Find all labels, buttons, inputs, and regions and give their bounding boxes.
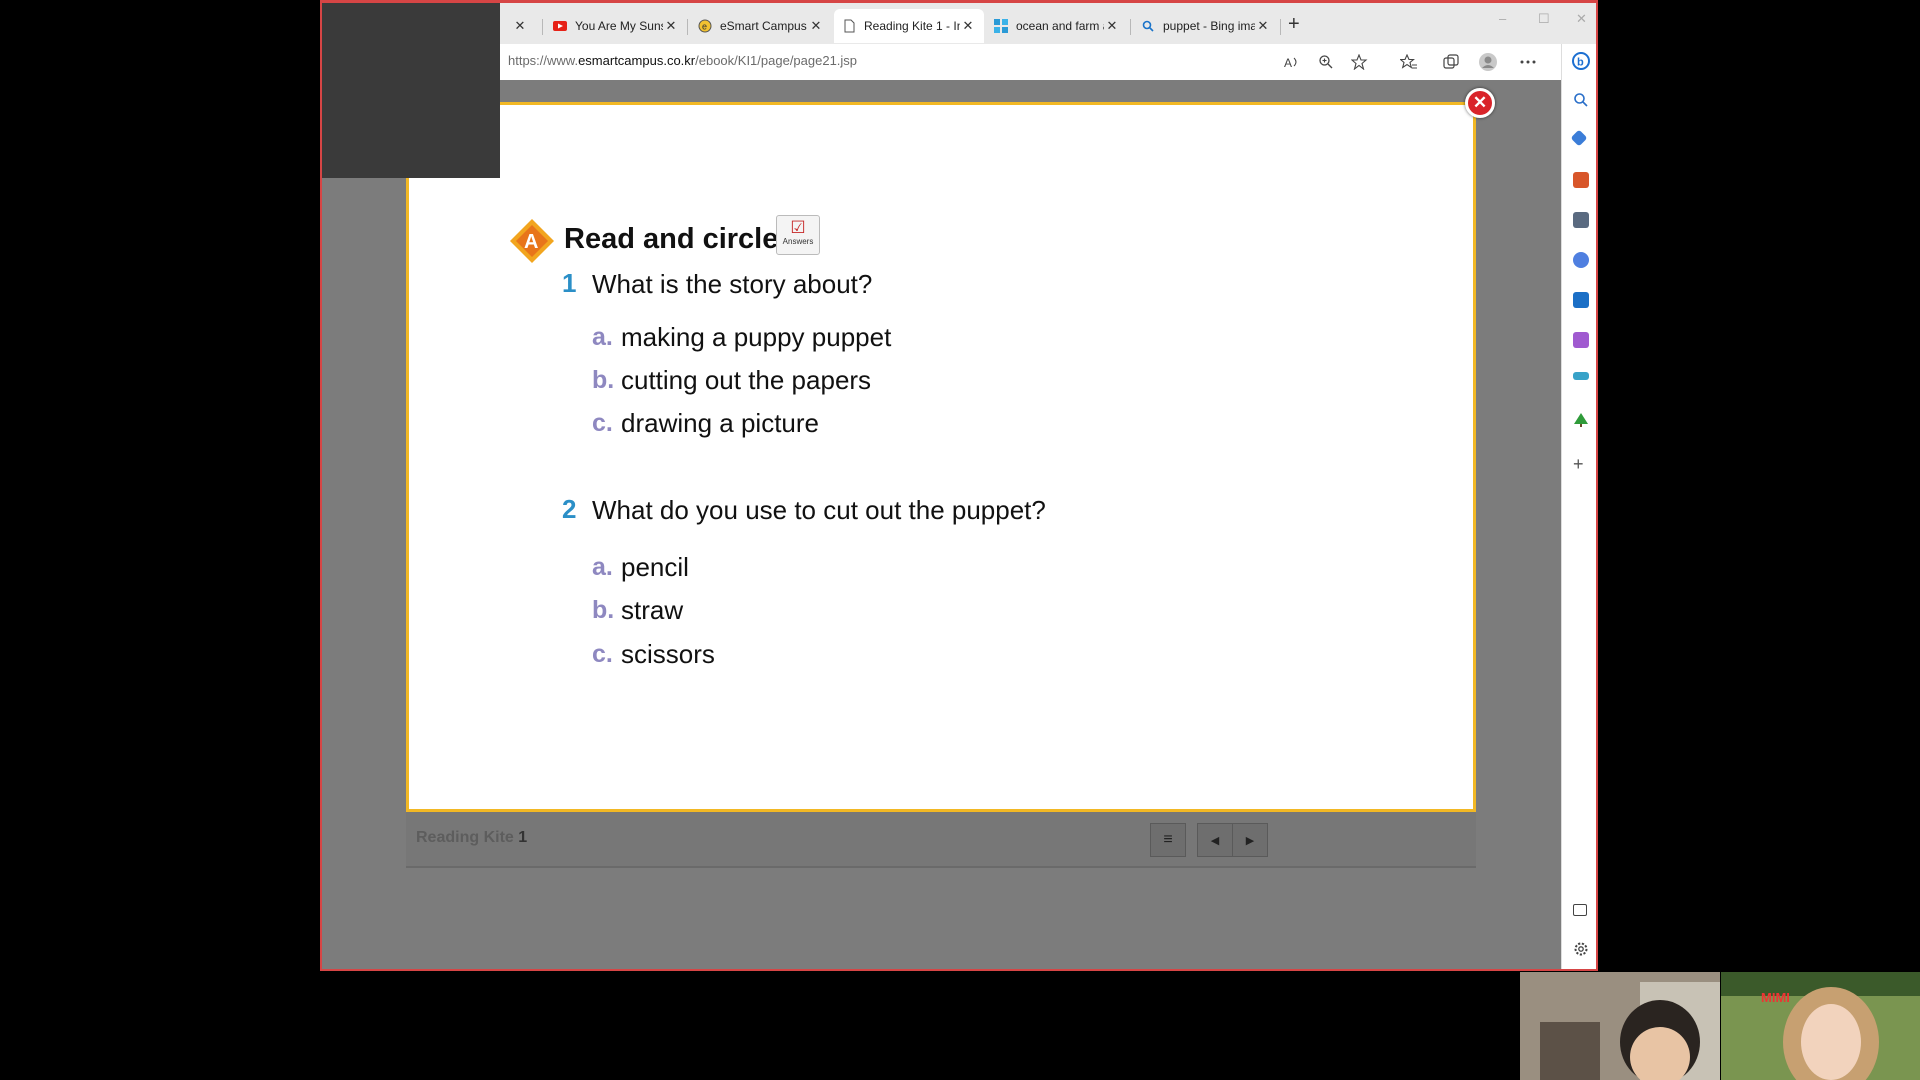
edge-sidebar: b + [1561,44,1596,969]
address-bar[interactable]: https://www.esmartcampus.co.kr/ebook/KI1… [508,53,857,68]
close-icon[interactable]: ✕ [1104,18,1120,34]
answers-button[interactable]: ☑ Answers [776,215,820,255]
add-favorite-icon[interactable] [1350,52,1370,72]
tab-puppet-bing[interactable]: puppet - Bing images ✕ [1133,9,1279,43]
option-letter: c. [592,409,613,437]
tab-separator [1280,19,1281,35]
add-sidebar-icon[interactable]: + [1573,455,1589,473]
send-icon[interactable] [1573,372,1589,380]
read-aloud-icon[interactable]: A [1282,52,1302,72]
next-page-button[interactable]: ▶ [1232,823,1268,857]
question-text: What is the story about? [592,269,873,299]
page-viewport: A Read and circle. ☑ Answers 1 What is t… [322,80,1561,969]
tab-title: eSmart Campus [720,19,807,33]
address-bar-row: https://www.esmartcampus.co.kr/ebook/KI1… [322,44,1596,81]
url-path: /ebook/KI1/page/page21.jsp [695,53,858,68]
window-close-button[interactable]: ✕ [1576,11,1587,27]
question-number: 1 [562,268,577,298]
section-letter: A [524,231,538,253]
bing-chat-icon[interactable]: b [1572,52,1590,70]
question-text: What do you use to cut out the puppet? [592,495,1046,525]
webcam-teacher: MIMI [1721,972,1920,1080]
tab-title: You Are My Sunshine [575,19,663,33]
sidebar-toggle-icon[interactable] [1573,904,1587,916]
collections-icon[interactable] [1441,52,1461,72]
designer-icon[interactable] [1573,332,1589,348]
option-letter: c. [592,640,613,668]
tree-icon[interactable] [1573,412,1589,428]
more-icon[interactable] [1518,52,1538,72]
close-icon[interactable]: ✕ [808,18,824,34]
outlook-icon[interactable] [1573,292,1589,308]
section-a-badge-icon: A [509,218,555,264]
svg-text:e: e [702,22,707,32]
grid-icon [994,19,1008,33]
close-icon[interactable]: ✕ [1255,18,1271,34]
tab-blank[interactable]: ✕ [500,9,536,43]
close-icon[interactable]: ✕ [663,18,679,34]
option-letter: b. [592,596,615,624]
ebook-footer: Reading Kite 1 ≡ ◀ ▶ [406,812,1476,868]
tab-separator [687,19,688,35]
book-title-text: Reading Kite [416,829,514,846]
option-cutting-out-the-papers[interactable]: cutting out the papers [621,365,871,396]
search-sidebar-icon[interactable] [1573,92,1589,108]
tab-strip: ✕ You Are My Sunshine ✕ e eSmart Campus … [322,3,1596,44]
option-straw[interactable]: straw [621,595,683,626]
section-title: Read and circle. [564,223,787,255]
url-domain: esmartcampus.co.kr [578,53,696,68]
tab-reading-kite[interactable]: Reading Kite 1 - Inter ✕ [834,9,984,43]
search-icon [1141,19,1155,33]
tab-separator [1130,19,1131,35]
browser-window: ✕ You Are My Sunshine ✕ e eSmart Campus … [320,0,1598,971]
microsoft-365-icon[interactable] [1573,252,1589,268]
youtube-icon [553,19,567,33]
book-title: Reading Kite 1 [416,829,527,847]
option-pencil[interactable]: pencil [621,552,689,583]
webcam-student [1520,972,1720,1080]
tab-ocean-and-farm[interactable]: ocean and farm anim ✕ [986,9,1128,43]
option-drawing-a-picture[interactable]: drawing a picture [621,408,819,439]
profile-icon[interactable] [1478,52,1498,72]
tab-separator [542,19,543,35]
option-scissors[interactable]: scissors [621,639,715,670]
option-letter: a. [592,323,613,351]
question-number: 2 [562,494,577,524]
zoom-icon[interactable] [1316,52,1336,72]
page-icon [842,19,856,33]
menu-button[interactable]: ≡ [1150,823,1186,857]
tab-esmart-campus[interactable]: e eSmart Campus ✕ [690,9,832,43]
tab-title: ocean and farm anim [1016,19,1104,33]
tab-title: Reading Kite 1 - Inter [864,19,960,33]
ebook-page: A Read and circle. ☑ Answers 1 What is t… [406,102,1476,812]
tools-icon[interactable] [1573,172,1589,188]
option-letter: a. [592,553,613,581]
minimize-button[interactable]: – [1499,11,1506,26]
esmart-icon: e [698,19,712,33]
book-number: 1 [518,829,528,846]
option-making-a-puppy-puppet[interactable]: making a puppy puppet [621,322,891,353]
option-letter: b. [592,366,615,394]
close-icon[interactable]: ✕ [512,18,528,34]
close-page-button[interactable]: ✕ [1465,88,1495,118]
games-icon[interactable] [1573,212,1589,228]
new-tab-button[interactable]: + [1288,13,1300,36]
webcam-name-label: MIMI [1761,990,1790,1005]
tab-title: puppet - Bing images [1163,19,1255,33]
svg-text:b: b [1577,57,1584,69]
checkbox-icon: ☑ [790,218,806,237]
tab-you-are-my-sunshine[interactable]: You Are My Sunshine ✕ [545,9,687,43]
url-prefix: https://www. [508,53,579,68]
close-icon[interactable]: ✕ [960,18,976,34]
shopping-tag-icon[interactable] [1570,129,1588,147]
answers-label: Answers [782,237,814,246]
svg-text:A: A [1284,56,1292,69]
video-overlay [322,3,500,178]
prev-page-button[interactable]: ◀ [1197,823,1233,857]
favorites-icon[interactable] [1399,52,1419,72]
settings-gear-icon[interactable] [1573,941,1589,957]
maximize-button[interactable]: ☐ [1538,11,1550,27]
